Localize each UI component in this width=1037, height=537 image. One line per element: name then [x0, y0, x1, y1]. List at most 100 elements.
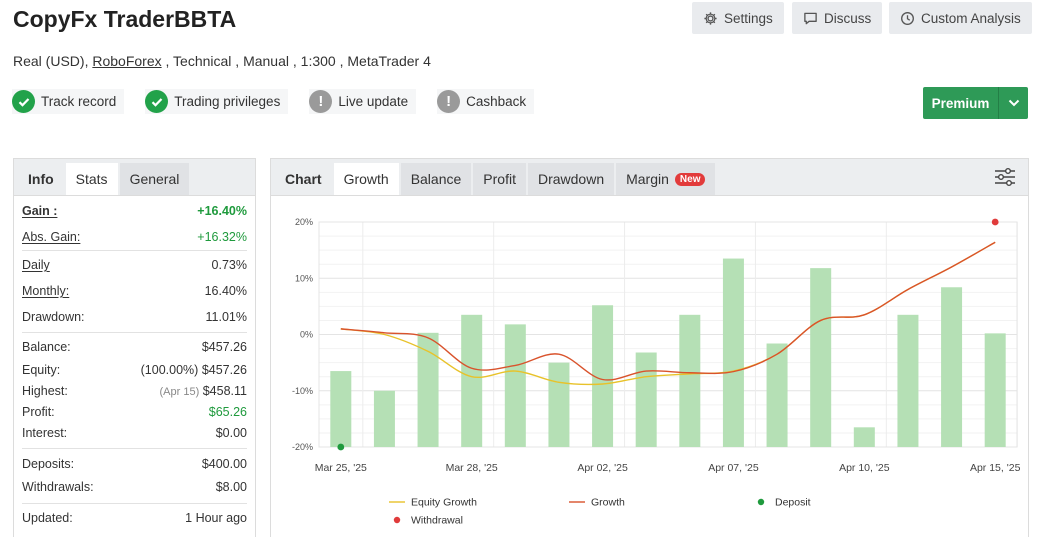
tab-drawdown[interactable]: Drawdown: [527, 163, 615, 195]
clock-icon: [901, 11, 914, 25]
bar: [548, 362, 570, 447]
stat-value: $8.00: [215, 479, 247, 494]
stat-label: Drawdown:: [22, 310, 85, 324]
check-icon: [145, 90, 169, 113]
y-tick-label: 0%: [300, 330, 313, 340]
stat-value: +16.32%: [197, 229, 247, 244]
bar: [635, 352, 657, 447]
stats-tabs: Info Stats General: [14, 159, 255, 196]
stat-label: Highest:: [22, 383, 68, 398]
account-summary: Real (USD), RoboForex , Technical , Manu…: [13, 53, 431, 69]
premium-label: Premium: [931, 95, 990, 111]
tab-growth[interactable]: Growth: [333, 163, 399, 195]
bar: [330, 371, 352, 447]
x-tick-label: Mar 25, '25: [315, 462, 367, 474]
tab-margin[interactable]: Margin New: [616, 163, 716, 195]
stat-abs-gain: Abs. Gain: +16.32%: [22, 223, 247, 250]
new-badge: New: [674, 172, 706, 186]
stat-note: (100.00%): [140, 362, 199, 377]
y-tick-label: 10%: [295, 273, 313, 283]
stat-label: Interest:: [22, 425, 68, 440]
chart-tabs: Chart Growth Balance Profit Drawdown Mar…: [271, 159, 1028, 196]
stat-label: Updated:: [22, 511, 73, 525]
stat-label: Deposits:: [22, 456, 75, 471]
stat-note: (Apr 15): [159, 385, 200, 398]
stat-balance: Balance: $457.26: [22, 335, 247, 359]
stat-value: $400.00: [201, 456, 247, 471]
x-tick-label: Apr 10, '25: [839, 462, 890, 474]
stat-value: $458.11: [202, 383, 247, 398]
stats-panel: Info Stats General Gain : +16.40% Abs. G…: [13, 158, 256, 537]
equity-growth-line: [340, 241, 996, 386]
stat-highest: Highest: (Apr 15) $458.11: [22, 380, 247, 401]
bar: [679, 314, 701, 447]
bar: [984, 333, 1006, 447]
legend-label: Growth: [591, 497, 625, 509]
stats-list: Gain : +16.40% Abs. Gain: +16.32% Daily …: [14, 198, 255, 530]
bar: [853, 427, 875, 447]
y-tick-label: 20%: [295, 217, 313, 227]
bar: [722, 258, 744, 447]
check-icon: [12, 90, 35, 113]
stat-value: +16.40%: [197, 203, 247, 218]
gear-icon: [704, 11, 717, 25]
stat-interest: Interest: $0.00: [22, 422, 247, 443]
tab-balance[interactable]: Balance: [400, 163, 472, 195]
bar: [810, 268, 832, 447]
tab-margin-label: Margin: [626, 171, 669, 187]
tab-stats[interactable]: Stats: [65, 163, 118, 195]
badge-live-update: ! Live update: [309, 89, 417, 114]
tab-general[interactable]: General: [119, 163, 190, 195]
tab-info[interactable]: Info: [18, 163, 64, 195]
stat-withdrawals: Withdrawals: $8.00: [22, 476, 247, 497]
x-tick-label: Apr 15, '25: [970, 462, 1021, 474]
chart-panel: Chart Growth Balance Profit Drawdown Mar…: [270, 158, 1029, 537]
page-title: CopyFx TraderBBTA: [13, 6, 237, 32]
badge-label: Track record: [41, 94, 117, 109]
badge-track-record: Track record: [12, 89, 125, 114]
chevron-down-icon[interactable]: [998, 87, 1028, 119]
stat-monthly: Monthly: 16.40%: [22, 278, 247, 304]
stat-equity: Equity: (100.00%) $457.26: [22, 359, 247, 380]
stat-label: Withdrawals:: [22, 479, 94, 494]
stat-daily: Daily 0.73%: [22, 252, 247, 278]
stat-updated: Updated: 1 Hour ago: [22, 506, 247, 530]
warning-icon: !: [437, 90, 461, 113]
stat-label: Profit:: [22, 404, 55, 419]
deposit-marker: [337, 443, 345, 451]
broker-link[interactable]: RoboForex: [92, 53, 161, 69]
badge-label: Cashback: [466, 94, 527, 109]
badge-trading-privileges: Trading privileges: [145, 89, 289, 114]
tab-profit[interactable]: Profit: [473, 163, 526, 195]
filter-settings-icon[interactable]: [994, 167, 1016, 192]
stat-label[interactable]: Abs. Gain:: [22, 230, 80, 244]
badge-label: Live update: [338, 94, 409, 109]
badge-cashback: ! Cashback: [437, 89, 535, 114]
x-tick-label: Mar 28, '25: [446, 462, 498, 474]
legend-label: Deposit: [775, 497, 811, 509]
stat-label: Balance:: [22, 340, 71, 354]
stat-value: $457.26: [201, 340, 247, 354]
warning-icon: !: [309, 90, 333, 113]
stat-deposits: Deposits: $400.00: [22, 451, 247, 476]
growth-chart: 20% 10% 0% -10% -20%Mar 25, '25 Mar 28, '25 Ap…: [292, 217, 1021, 527]
custom-analysis-button[interactable]: Custom Analysis: [889, 2, 1032, 34]
settings-button[interactable]: Settings: [692, 2, 784, 34]
growth-line: [340, 241, 996, 381]
y-tick-label: -20%: [292, 442, 313, 452]
stat-value: $0.00: [215, 425, 247, 440]
legend-swatch: [757, 498, 765, 506]
verification-badges: Track record Trading privileges ! Live u…: [12, 89, 555, 114]
stat-label[interactable]: Monthly:: [22, 284, 69, 298]
stat-value: 11.01%: [205, 310, 247, 324]
stat-label[interactable]: Gain :: [22, 204, 57, 218]
stat-drawdown: Drawdown: 11.01%: [22, 304, 247, 330]
discuss-button[interactable]: Discuss: [792, 2, 883, 34]
settings-label: Settings: [724, 10, 773, 26]
premium-button[interactable]: Premium: [923, 87, 1028, 119]
y-tick-label: -10%: [292, 386, 313, 396]
stat-label[interactable]: Daily: [22, 258, 50, 272]
stat-value: 0.73%: [211, 258, 247, 272]
badge-label: Trading privileges: [174, 94, 281, 109]
tab-chart[interactable]: Chart: [275, 163, 332, 195]
